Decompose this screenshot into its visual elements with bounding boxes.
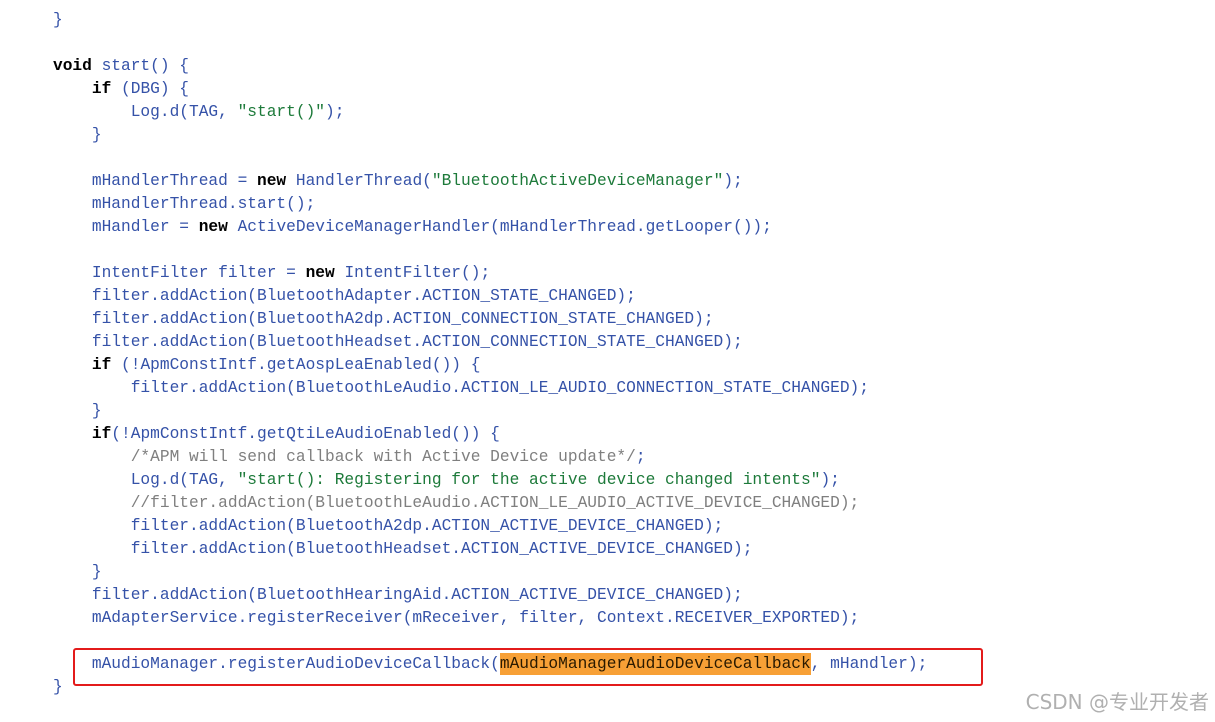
code-text: (!ApmConstIntf.getQtiLeAudioEnabled()) { — [111, 425, 500, 443]
code-line: void start() { — [53, 55, 927, 78]
code-line: if(!ApmConstIntf.getQtiLeAudioEnabled())… — [53, 423, 927, 446]
string-literal: "start(): Registering for the active dev… — [237, 471, 821, 489]
code-text: ); — [723, 172, 743, 190]
code-text: HandlerThread( — [286, 172, 432, 190]
string-literal: "BluetoothActiveDeviceManager" — [431, 172, 724, 190]
code-line: filter.addAction(BluetoothHeadset.ACTION… — [53, 331, 927, 354]
code-text: mHandlerThread = — [53, 172, 257, 190]
code-line: filter.addAction(BluetoothHearingAid.ACT… — [53, 584, 927, 607]
code-text: ); — [820, 471, 840, 489]
code-text: ); — [325, 103, 345, 121]
highlighted-identifier: mAudioManagerAudioDeviceCallback — [499, 653, 811, 675]
code-text: filter.addAction(BluetoothA2dp.ACTION_AC… — [53, 517, 724, 535]
comment: //filter.addAction(BluetoothLeAudio.ACTI… — [130, 494, 860, 512]
code-text: mAudioManager.registerAudioDeviceCallbac… — [53, 655, 500, 673]
code-text: filter.addAction(BluetoothA2dp.ACTION_CO… — [53, 310, 714, 328]
code-line: filter.addAction(BluetoothHeadset.ACTION… — [53, 538, 927, 561]
code-text: filter.addAction(BluetoothHeadset.ACTION… — [53, 540, 753, 558]
code-line: } — [53, 124, 927, 147]
code-text: , mHandler); — [810, 655, 928, 673]
code-text: (!ApmConstIntf.getAospLeaEnabled()) { — [111, 356, 481, 374]
code-line: Log.d(TAG, "start(): Registering for the… — [53, 469, 927, 492]
comment: /*APM will send callback with Active Dev… — [130, 448, 636, 466]
code-line: } — [53, 9, 927, 32]
code-text: ActiveDeviceManagerHandler(mHandlerThrea… — [227, 218, 772, 236]
blank-code-line — [53, 32, 927, 55]
keyword: new — [305, 264, 335, 282]
code-line: mAudioManager.registerAudioDeviceCallbac… — [53, 653, 927, 676]
code-line: } — [53, 561, 927, 584]
code-text: mHandler = — [53, 218, 199, 236]
code-line: IntentFilter filter = new IntentFilter()… — [53, 262, 927, 285]
code-line: } — [53, 676, 927, 699]
code-block: } void start() { if (DBG) { Log.d(TAG, "s… — [53, 9, 927, 699]
keyword: if — [91, 80, 112, 98]
code-line: mHandlerThread = new HandlerThread("Blue… — [53, 170, 927, 193]
code-text: filter.addAction(BluetoothAdapter.ACTION… — [53, 287, 636, 305]
code-line: mHandlerThread.start(); — [53, 193, 927, 216]
string-literal: "start()" — [237, 103, 326, 121]
code-line: if (DBG) { — [53, 78, 927, 101]
code-text: filter.addAction(BluetoothHearingAid.ACT… — [53, 586, 743, 604]
keyword: if — [91, 425, 112, 443]
code-line: filter.addAction(BluetoothAdapter.ACTION… — [53, 285, 927, 308]
blank-code-line — [53, 239, 927, 262]
code-text: Log.d(TAG, — [53, 471, 238, 489]
keyword: new — [257, 172, 287, 190]
code-text: } — [53, 402, 102, 420]
code-text: ; — [635, 448, 646, 466]
code-line: mHandler = new ActiveDeviceManagerHandle… — [53, 216, 927, 239]
keyword: void — [53, 57, 92, 75]
code-line: filter.addAction(BluetoothA2dp.ACTION_AC… — [53, 515, 927, 538]
code-line: //filter.addAction(BluetoothLeAudio.ACTI… — [53, 492, 927, 515]
code-text: } — [53, 11, 63, 29]
code-text: (DBG) { — [111, 80, 190, 98]
code-line: if (!ApmConstIntf.getAospLeaEnabled()) { — [53, 354, 927, 377]
code-text: mAdapterService.registerReceiver(mReceiv… — [53, 609, 860, 627]
code-line: filter.addAction(BluetoothLeAudio.ACTION… — [53, 377, 927, 400]
keyword: new — [198, 218, 228, 236]
code-text: Log.d(TAG, — [53, 103, 238, 121]
code-line: mAdapterService.registerReceiver(mReceiv… — [53, 607, 927, 630]
code-text: } — [53, 678, 63, 696]
code-text: mHandlerThread.start(); — [53, 195, 316, 213]
code-text: } — [53, 126, 102, 144]
code-text: IntentFilter(); — [334, 264, 491, 282]
code-line: } — [53, 400, 927, 423]
code-line: Log.d(TAG, "start()"); — [53, 101, 927, 124]
code-text: } — [53, 563, 102, 581]
code-text: start() { — [91, 57, 190, 75]
code-line: filter.addAction(BluetoothA2dp.ACTION_CO… — [53, 308, 927, 331]
code-text: filter.addAction(BluetoothHeadset.ACTION… — [53, 333, 743, 351]
code-text: filter.addAction(BluetoothLeAudio.ACTION… — [53, 379, 869, 397]
blank-code-line — [53, 147, 927, 170]
watermark: CSDN @专业开发者 — [1025, 690, 1209, 714]
blank-code-line — [53, 630, 927, 653]
keyword: if — [91, 356, 112, 374]
code-line: /*APM will send callback with Active Dev… — [53, 446, 927, 469]
code-text: IntentFilter filter = — [53, 264, 306, 282]
